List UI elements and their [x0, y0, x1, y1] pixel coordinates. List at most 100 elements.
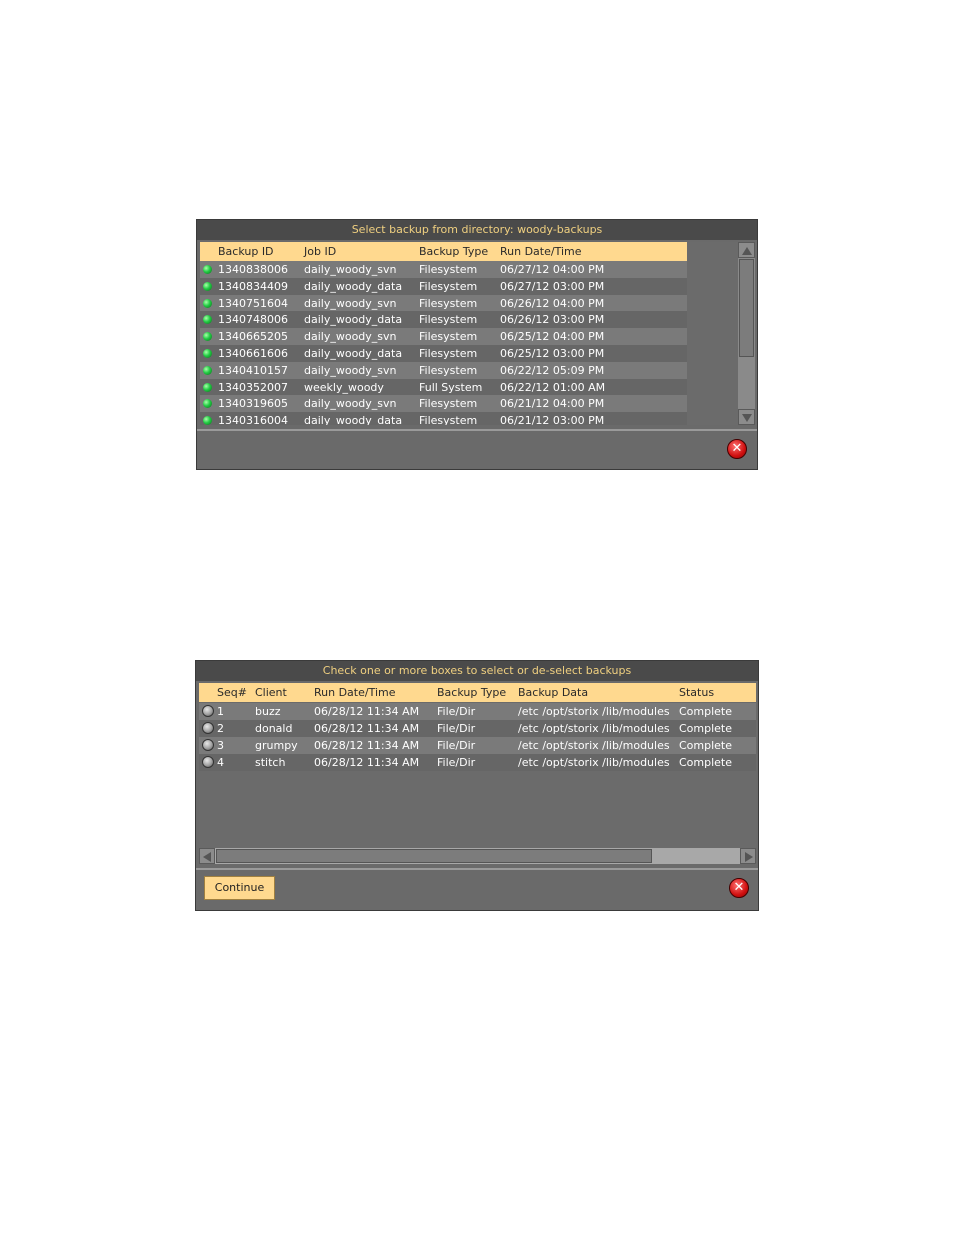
scroll-up-button[interactable]	[738, 242, 755, 258]
column-header-seq[interactable]: Seq#	[217, 683, 247, 702]
column-header-run-datetime[interactable]: Run Date/Time	[500, 242, 582, 261]
dialog-title: Check one or more boxes to select or de-…	[196, 661, 758, 681]
scroll-right-button[interactable]	[740, 848, 756, 864]
radio-checkbox-icon[interactable]	[202, 705, 214, 717]
backup-id-cell: 1340352007	[218, 380, 288, 394]
table-row[interactable]: 4 stitch 06/28/12 11:34 AM File/Dir/etc /op…	[199, 754, 756, 771]
arrow-right-icon	[745, 852, 753, 862]
green-dot-icon	[203, 332, 212, 342]
status-cell: Complete	[679, 722, 733, 735]
radio-checkbox-icon[interactable]	[202, 739, 214, 751]
client-cell: grumpy	[255, 739, 298, 752]
dialog-title: Select backup from directory: woody-back…	[197, 220, 757, 240]
column-header-client[interactable]: Client	[255, 683, 287, 702]
horizontal-scrollbar[interactable]	[199, 848, 756, 864]
backup-type-cell: Filesystem	[419, 363, 478, 377]
arrow-down-icon	[742, 414, 752, 422]
list-header: Seq# Client Run Date/Time Backup Type Ba…	[199, 683, 756, 702]
job-id-cell: daily_woody_svn	[304, 363, 397, 377]
backup-id-cell: 1340751604	[218, 296, 288, 310]
backup-type-cell: Filesystem	[419, 279, 478, 293]
dialog-footer: Continue ✕	[196, 868, 758, 910]
client-cell: stitch	[255, 756, 286, 769]
backup-id-cell: 1340319605	[218, 397, 288, 411]
backup-data-cell: /etc /opt/storix /lib/modules	[518, 705, 670, 718]
backup-data-cell: /etc /opt/storix /lib/modules	[518, 722, 670, 735]
table-row[interactable]: 3 grumpy 06/28/12 11:34 AM File/Dir/etc /op…	[199, 737, 756, 754]
column-header-backup-type[interactable]: Backup Type	[437, 683, 506, 702]
backup-id-cell: 1340748006	[218, 313, 288, 327]
job-id-cell: daily_woody_svn	[304, 263, 397, 276]
column-header-backup-id[interactable]: Backup ID	[218, 242, 274, 261]
backup-list[interactable]: Backup ID Job ID Backup Type Run Date/Ti…	[200, 242, 738, 425]
green-dot-icon	[203, 399, 212, 409]
backup-id-cell: 1340316004	[218, 414, 288, 425]
backup-id-cell: 1340661606	[218, 347, 288, 360]
column-header-job-id[interactable]: Job ID	[304, 242, 336, 261]
scroll-left-button[interactable]	[199, 848, 215, 864]
backup-id-cell: 1340665205	[218, 330, 288, 344]
backup-type-cell: Full System	[419, 380, 483, 394]
radio-checkbox-icon[interactable]	[202, 756, 214, 768]
seq-cell: 1	[217, 705, 224, 718]
table-row[interactable]: 1340316004 daily_woody_data Filesystem 06/2…	[200, 412, 687, 425]
arrow-up-icon	[742, 247, 752, 255]
run-datetime-cell: 06/22/12 05:09 PM	[500, 363, 605, 377]
job-id-cell: weekly_woody	[304, 380, 384, 394]
column-header-backup-type[interactable]: Backup Type	[419, 242, 488, 261]
column-header-run-datetime[interactable]: Run Date/Time	[314, 683, 396, 702]
table-row[interactable]: 1340834409 daily_woody_data Filesystem 06/2…	[200, 277, 687, 295]
table-row[interactable]: 1340838006 daily_woody_svn Filesystem 06/27…	[200, 261, 687, 278]
backup-id-cell: 1340410157	[218, 363, 288, 377]
job-id-cell: daily_woody_data	[304, 279, 403, 293]
client-backup-list[interactable]: Seq# Client Run Date/Time Backup Type Ba…	[199, 683, 756, 848]
run-datetime-cell: 06/27/12 04:00 PM	[500, 263, 605, 276]
scroll-thumb[interactable]	[216, 849, 652, 863]
backup-type-cell: Filesystem	[419, 347, 478, 360]
backup-type-cell: Filesystem	[419, 263, 478, 276]
table-row[interactable]: 1340319605 daily_woody_svn Filesystem 06/21…	[200, 395, 687, 413]
backup-type-cell: Filesystem	[419, 330, 478, 344]
radio-checkbox-icon[interactable]	[202, 722, 214, 734]
green-dot-icon	[203, 281, 212, 291]
column-header-backup-data[interactable]: Backup Data	[518, 683, 588, 702]
table-row[interactable]: 1340751604 daily_woody_svn Filesystem 06/26…	[200, 294, 687, 312]
job-id-cell: daily_woody_svn	[304, 397, 397, 411]
close-icon[interactable]: ✕	[727, 439, 747, 459]
table-row[interactable]: 1340748006 daily_woody_data Filesystem 06/2…	[200, 311, 687, 329]
scroll-down-button[interactable]	[738, 409, 755, 425]
green-dot-icon	[203, 349, 212, 358]
run-datetime-cell: 06/25/12 03:00 PM	[500, 347, 605, 360]
select-backups-dialog: Check one or more boxes to select or de-…	[195, 660, 759, 911]
close-icon[interactable]: ✕	[729, 878, 749, 898]
backup-type-cell: Filesystem	[419, 296, 478, 310]
job-id-cell: daily_woody_svn	[304, 296, 397, 310]
continue-button[interactable]: Continue	[204, 876, 275, 900]
green-dot-icon	[203, 265, 212, 274]
run-datetime-cell: 06/26/12 04:00 PM	[500, 296, 605, 310]
table-row[interactable]: 1340352007 weekly_woody Full System 06/22/1…	[200, 378, 687, 396]
seq-cell: 2	[217, 722, 224, 735]
table-row[interactable]: 2 donald 06/28/12 11:34 AM File/Dir/etc /op…	[199, 720, 756, 737]
green-dot-icon	[203, 382, 212, 392]
backup-type-cell: File/Dir	[437, 739, 476, 752]
table-row[interactable]: 1340665205 daily_woody_svn Filesystem 06/25…	[200, 328, 687, 346]
table-row[interactable]: 1340410157 daily_woody_svn Filesystem 06/22…	[200, 361, 687, 379]
backup-data-cell: /etc /opt/storix /lib/modules	[518, 756, 670, 769]
run-datetime-cell: 06/28/12 11:34 AM	[314, 722, 420, 735]
green-dot-icon	[203, 365, 212, 375]
scroll-thumb[interactable]	[739, 259, 754, 357]
status-cell: Complete	[679, 739, 733, 752]
run-datetime-cell: 06/28/12 11:34 AM	[314, 756, 420, 769]
green-dot-icon	[203, 416, 212, 425]
vertical-scrollbar[interactable]	[738, 242, 755, 425]
run-datetime-cell: 06/21/12 04:00 PM	[500, 397, 605, 411]
list-header: Backup ID Job ID Backup Type Run Date/Ti…	[200, 242, 687, 261]
table-row[interactable]: 1340661606 daily_woody_data Filesystem 06/2…	[200, 345, 687, 362]
backup-type-cell: Filesystem	[419, 397, 478, 411]
backup-type-cell: Filesystem	[419, 313, 478, 327]
job-id-cell: daily_woody_data	[304, 414, 403, 425]
table-row[interactable]: 1 buzz 06/28/12 11:34 AM File/Dir/etc /opt/…	[199, 703, 756, 720]
seq-cell: 3	[217, 739, 224, 752]
column-header-status[interactable]: Status	[679, 683, 714, 702]
